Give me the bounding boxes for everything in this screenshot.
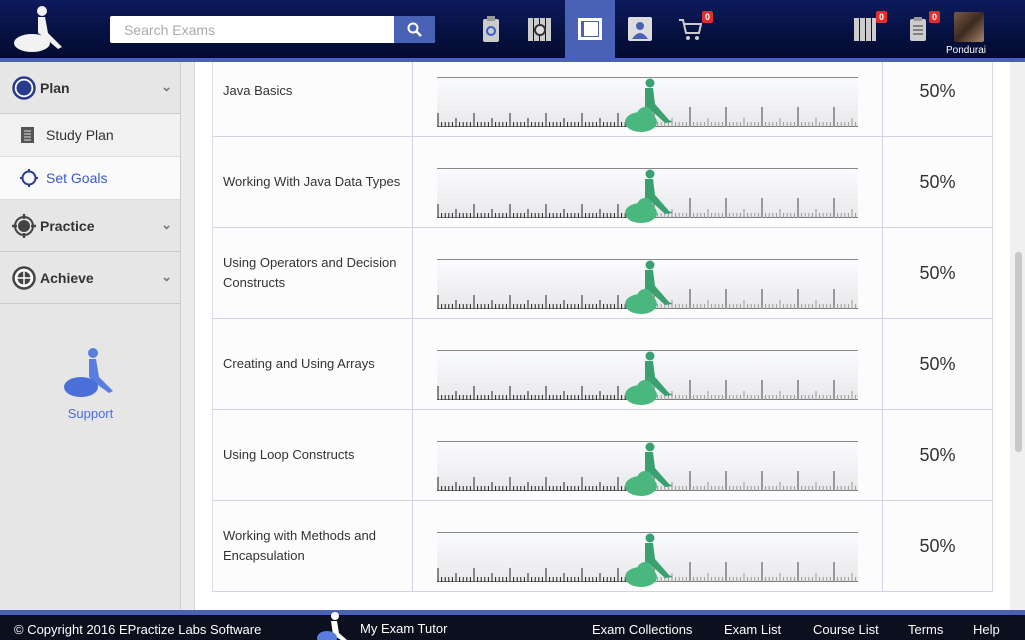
chevron-down-icon: ⌄: [161, 269, 172, 284]
goals-panel: Java Basics 50% Working With Java Data Ty…: [196, 62, 1010, 610]
goal-row: Using Operators and Decision Constructs …: [213, 228, 992, 319]
achieve-icon: [12, 265, 36, 290]
clipboard-search-icon[interactable]: [477, 14, 505, 44]
achieve-label: Achieve: [40, 269, 94, 286]
plan-label: Plan: [40, 79, 70, 96]
clipboard-list-icon[interactable]: 0: [904, 11, 940, 44]
footer-link-exam-list[interactable]: Exam List: [724, 622, 781, 637]
progress-handle-icon[interactable]: [623, 169, 675, 224]
footer: © Copyright 2016 EPractize Labs Software…: [0, 612, 1025, 640]
book-icon[interactable]: [576, 14, 604, 44]
goal-topic: Using Loop Constructs: [213, 410, 413, 500]
goal-slider-cell: [413, 410, 883, 500]
chevron-down-icon: ⌄: [161, 217, 172, 232]
goal-topic: Using Operators and Decision Constructs: [213, 228, 413, 318]
search-input[interactable]: [110, 16, 395, 43]
goal-slider-cell: [413, 62, 883, 136]
top-nav: 0 0 0 Pondurai: [0, 0, 1025, 58]
footer-link-course-list[interactable]: Course List: [813, 622, 879, 637]
study-plan-label: Study Plan: [46, 127, 114, 143]
goal-slider-cell: [413, 228, 883, 318]
search-icon: [407, 22, 422, 37]
goal-slider[interactable]: [437, 77, 858, 132]
goal-row: Working With Java Data Types 50%: [213, 137, 992, 228]
vertical-scrollbar[interactable]: [1010, 62, 1025, 610]
sidebar-item-set-goals[interactable]: Set Goals: [0, 157, 180, 200]
practice-icon: [12, 213, 36, 238]
logo-icon[interactable]: [12, 3, 72, 53]
search-button[interactable]: [394, 16, 435, 43]
goal-row: Creating and Using Arrays 50%: [213, 319, 992, 410]
goal-percent: 50%: [919, 262, 956, 283]
username[interactable]: Pondurai: [946, 45, 986, 56]
goal-percent: 50%: [919, 353, 956, 374]
goal-percent: 50%: [919, 80, 956, 101]
footer-link-terms[interactable]: Terms: [908, 622, 943, 637]
brand-link[interactable]: My Exam Tutor: [360, 621, 447, 636]
goal-slider-cell: [413, 501, 883, 591]
goal-slider-cell: [413, 319, 883, 409]
goal-slider[interactable]: [437, 441, 858, 496]
scrollbar-thumb[interactable]: [1015, 252, 1022, 452]
study-plan-icon: [21, 127, 34, 143]
practice-label: Practice: [40, 217, 95, 234]
target-icon: [20, 169, 38, 187]
chevron-down-icon: ⌄: [161, 79, 172, 94]
library-icon[interactable]: 0: [851, 11, 887, 44]
goal-topic: Java Basics: [213, 62, 413, 136]
sidebar-item-study-plan[interactable]: Study Plan: [0, 114, 180, 157]
sidebar-gutter: [181, 62, 195, 610]
goal-percent: 50%: [919, 171, 956, 192]
goal-slider[interactable]: [437, 168, 858, 223]
profile-icon[interactable]: [626, 14, 654, 44]
avatar[interactable]: [954, 12, 984, 42]
sidebar-section-plan[interactable]: Plan ⌄: [0, 62, 180, 114]
goal-slider[interactable]: [437, 259, 858, 314]
footer-link-exam-collections[interactable]: Exam Collections: [592, 622, 692, 637]
brand-logo-icon: [317, 612, 347, 640]
copyright: © Copyright 2016 EPractize Labs Software: [14, 622, 262, 637]
goal-topic: Working With Java Data Types: [213, 137, 413, 227]
goals-table: Java Basics 50% Working With Java Data Ty…: [212, 62, 993, 592]
goal-topic: Working with Methods and Encapsulation: [213, 501, 413, 591]
progress-handle-icon[interactable]: [623, 351, 675, 406]
goal-row: Working with Methods and Encapsulation 5…: [213, 501, 992, 592]
sidebar-section-achieve[interactable]: Achieve ⌄: [0, 252, 180, 304]
footer-link-help[interactable]: Help: [973, 622, 1000, 637]
goal-percent: 50%: [919, 444, 956, 465]
goal-slider[interactable]: [437, 350, 858, 405]
goal-slider-cell: [413, 137, 883, 227]
library-search-icon[interactable]: [526, 14, 554, 44]
progress-handle-icon[interactable]: [623, 260, 675, 315]
goal-row: Java Basics 50%: [213, 62, 992, 137]
goal-row: Using Loop Constructs 50%: [213, 410, 992, 501]
goal-topic: Creating and Using Arrays: [213, 319, 413, 409]
progress-handle-icon[interactable]: [623, 78, 675, 133]
support-icon: [63, 348, 113, 397]
set-goals-label: Set Goals: [46, 170, 108, 186]
progress-handle-icon[interactable]: [623, 533, 675, 588]
sidebar: Plan ⌄ Study Plan Set Goals Practice ⌄ A…: [0, 62, 181, 610]
goal-slider[interactable]: [437, 532, 858, 587]
library-badge: 0: [875, 11, 887, 23]
cart-icon[interactable]: 0: [677, 11, 713, 44]
support-label: Support: [67, 406, 114, 421]
plan-icon: [12, 75, 36, 100]
sidebar-section-practice[interactable]: Practice ⌄: [0, 200, 180, 252]
support-link[interactable]: Support: [0, 347, 181, 421]
progress-handle-icon[interactable]: [623, 442, 675, 497]
cart-badge: 0: [701, 11, 713, 23]
goal-percent: 50%: [919, 535, 956, 556]
search-box: [110, 16, 435, 43]
clipboard-badge: 0: [928, 11, 940, 23]
